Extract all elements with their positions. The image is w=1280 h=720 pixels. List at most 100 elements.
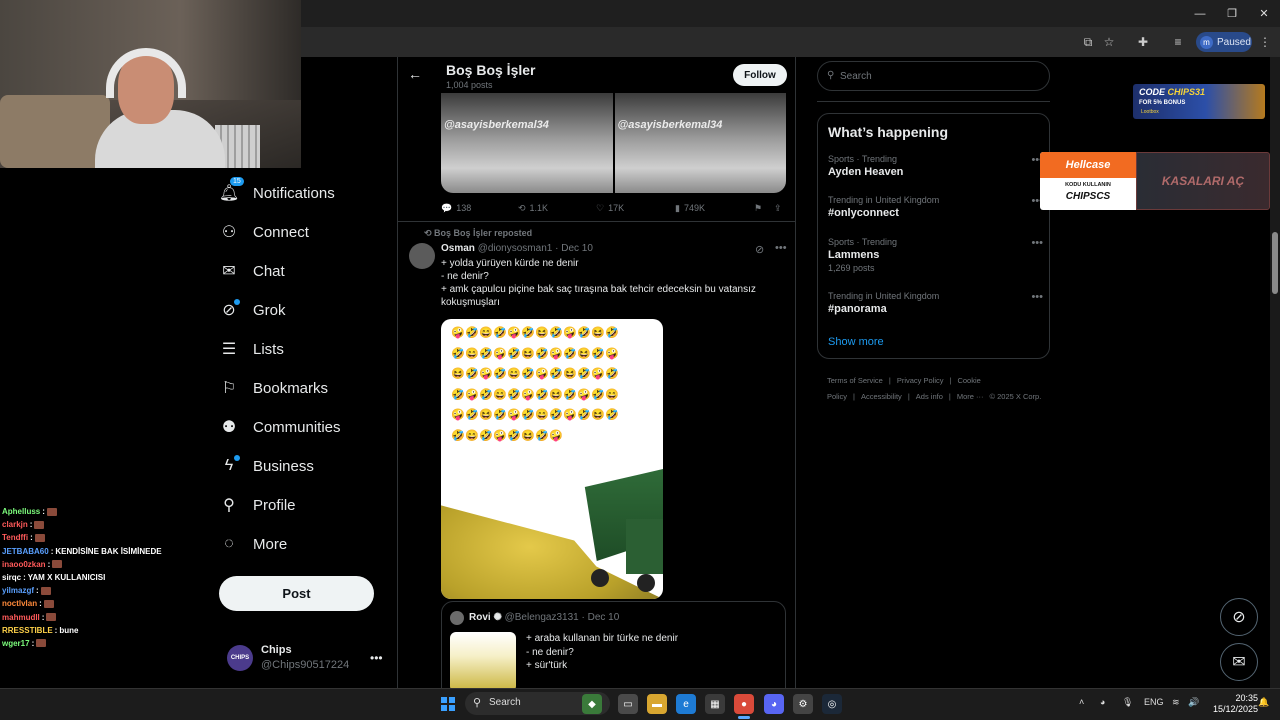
wifi-icon[interactable]: ≋ (1172, 697, 1180, 708)
bookmark-icon: ⚐ (221, 380, 237, 397)
trend-item[interactable]: Sports · Trending Ayden Heaven ••• (828, 154, 1043, 178)
post-media[interactable]: @asayisberkemal34 @asayisberkemal34 (441, 93, 786, 193)
like-button[interactable]: ♡ 17K (596, 200, 624, 216)
extensions-icon[interactable]: ✚ (1135, 34, 1151, 50)
task-view-icon[interactable]: ▭ (618, 694, 638, 714)
back-arrow-icon[interactable]: ← (408, 66, 422, 82)
scrollbar-track[interactable] (1270, 57, 1280, 688)
quoted-tweet[interactable]: Rovi ✺ @Belengaz3131 · Dec 10 + araba ku… (441, 601, 786, 688)
repost-label: Boş Boş İşler reposted (434, 228, 533, 238)
volume-icon[interactable]: 🔊 (1188, 697, 1199, 708)
edge-browser-icon[interactable]: e (676, 694, 696, 714)
maximize-button[interactable]: ❐ (1216, 0, 1248, 27)
chat-username: RRESSTIBLE (2, 625, 53, 635)
chat-separator: : (30, 533, 33, 543)
post-button[interactable]: Post (219, 576, 374, 611)
footer-link[interactable]: Ads info (916, 392, 943, 401)
reply-button[interactable]: 💬 138 (441, 200, 471, 216)
close-button[interactable]: ✕ (1248, 0, 1280, 27)
hellcase-banner: Hellcase KODU KULLANIN CHIPSCS KASALARI … (1040, 152, 1270, 210)
more-dots-icon[interactable]: ••• (1031, 237, 1043, 249)
sidebar-item-notifications[interactable]: 🔔︎ 15 Notifications (219, 175, 335, 211)
chat-separator: : (54, 625, 58, 635)
bookmark-button[interactable]: ⚑ (754, 200, 762, 216)
chat-username: mahmudll (2, 612, 40, 622)
trend-item[interactable]: Sports · Trending Lammens 1,269 posts ••• (828, 237, 1043, 273)
share-icon: ⇪ (774, 202, 782, 213)
sidebar-item-chat[interactable]: ✉ Chat (219, 253, 284, 289)
sidebar-item-business[interactable]: ϟ Business (219, 448, 314, 484)
microphone-icon[interactable]: 🎙 (1122, 697, 1133, 708)
search-input[interactable]: ⚲ Search (817, 61, 1050, 91)
trend-item[interactable]: Trending in United Kingdom #onlyconnect ••… (828, 195, 1043, 219)
media-image-right[interactable]: @asayisberkemal34 (614, 93, 786, 193)
windows-taskbar (0, 688, 1280, 720)
promo-bonus: FOR 5% BONUS (1139, 100, 1186, 106)
repost-button[interactable]: ⟲ 1.1K (518, 200, 548, 216)
notification-center-icon[interactable]: 🔔 (1258, 697, 1269, 708)
bookmark-star-icon[interactable]: ☆ (1101, 34, 1117, 50)
browser-profile-button[interactable]: m Paused (1196, 32, 1252, 52)
trend-meta: Trending in United Kingdom (828, 291, 940, 301)
views-button[interactable]: ▮ 749K (675, 200, 705, 216)
account-switcher[interactable]: CHIPS Chips @Chips90517224 ••• (227, 643, 387, 675)
tray-overflow-icon[interactable]: ˄ (1079, 697, 1084, 707)
sidebar-item-connect[interactable]: ⚇ Connect (219, 214, 309, 250)
taskbar-clock[interactable]: 20:35 15/12/2025 (1208, 693, 1258, 715)
emoji-row: 🤣😄🤣🤪🤣😆🤣🤪🤣😆🤣🤪 (451, 347, 619, 360)
sidebar-item-communities[interactable]: ⚉ Communities (219, 409, 341, 445)
show-more-link[interactable]: Show more (828, 336, 884, 348)
follow-button[interactable]: Follow (733, 64, 787, 86)
footer-link[interactable]: Accessibility (861, 392, 902, 401)
tweet-line: + amk çapulcu piçine bak saç tıraşına ba… (441, 284, 756, 295)
messages-fab-button[interactable]: ✉ (1220, 643, 1258, 681)
media-watermark: @asayisberkemal34 (444, 119, 549, 131)
active-app-indicator (738, 716, 750, 719)
sidebar-item-grok[interactable]: ⊘ Grok (219, 292, 286, 328)
sidebar-item-profile[interactable]: ⚲ Profile (219, 487, 295, 523)
footer-separator: | (888, 376, 891, 385)
browser-menu-icon[interactable]: ⋮ (1257, 34, 1273, 50)
trend-name: #onlyconnect (828, 207, 899, 219)
chat-separator: : (42, 507, 45, 517)
game-app-icon[interactable]: ◆ (582, 694, 602, 714)
tweet-author[interactable]: Osman @dionysosman1 · Dec 10 (441, 243, 593, 254)
grok-fab-button[interactable]: ⊘ (1220, 598, 1258, 636)
more-dots-icon[interactable]: ••• (370, 651, 383, 665)
footer-link[interactable]: More ··· (957, 392, 984, 401)
minimize-button[interactable]: — (1184, 0, 1216, 27)
avatar[interactable] (409, 243, 435, 269)
more-dots-icon[interactable]: ••• (775, 242, 787, 254)
steam-icon[interactable]: ◎ (822, 694, 842, 714)
sidebar-item-bookmarks[interactable]: ⚐ Bookmarks (219, 370, 328, 406)
language-indicator[interactable]: ENG (1144, 697, 1164, 707)
more-dots-icon[interactable]: ••• (1031, 291, 1043, 303)
repost-indicator[interactable]: ⟲ Boş Boş İşler reposted (424, 228, 532, 239)
scrollbar-thumb[interactable] (1272, 232, 1278, 294)
avatar (450, 611, 464, 625)
footer-link[interactable]: © 2025 X Corp. (990, 392, 1042, 401)
install-app-icon[interactable]: ⧉ (1080, 34, 1096, 50)
grok-icon[interactable]: ⊘ (755, 243, 764, 256)
media-image-left[interactable]: @asayisberkemal34 (441, 93, 613, 193)
webcam-overlay (0, 0, 301, 168)
discord-icon[interactable]: ◕ (764, 694, 784, 714)
share-button[interactable]: ⇪ (774, 200, 782, 216)
trend-name: #panorama (828, 303, 887, 315)
windows-start-icon[interactable] (441, 697, 455, 711)
search-placeholder: Search (840, 71, 872, 82)
tweet-image[interactable]: 🤪🤣😄🤣🤪🤣😆🤣🤪🤣😆🤣 🤣😄🤣🤪🤣😆🤣🤪🤣😆🤣🤪 😆🤣🤪🤣😄🤣🤪🤣😆🤣🤪🤣 🤣… (441, 319, 663, 599)
reading-list-icon[interactable]: ≡ (1170, 34, 1186, 50)
sidebar-item-label: More (253, 535, 288, 553)
settings-app-icon[interactable]: ⚙ (793, 694, 813, 714)
file-explorer-icon[interactable]: ▬ (647, 694, 667, 714)
footer-link[interactable]: Privacy Policy (897, 376, 944, 385)
trend-item[interactable]: Trending in United Kingdom #panorama ••• (828, 291, 1043, 315)
tray-discord-icon[interactable]: ◕ (1100, 697, 1105, 707)
sidebar-item-label: Notifications (253, 184, 335, 202)
chrome-browser-icon[interactable]: ● (734, 694, 754, 714)
sidebar-item-more[interactable]: ◌ More (219, 526, 287, 562)
store-icon[interactable]: ▦ (705, 694, 725, 714)
sidebar-item-lists[interactable]: ☰ Lists (219, 331, 284, 367)
footer-link[interactable]: Terms of Service (827, 376, 883, 385)
